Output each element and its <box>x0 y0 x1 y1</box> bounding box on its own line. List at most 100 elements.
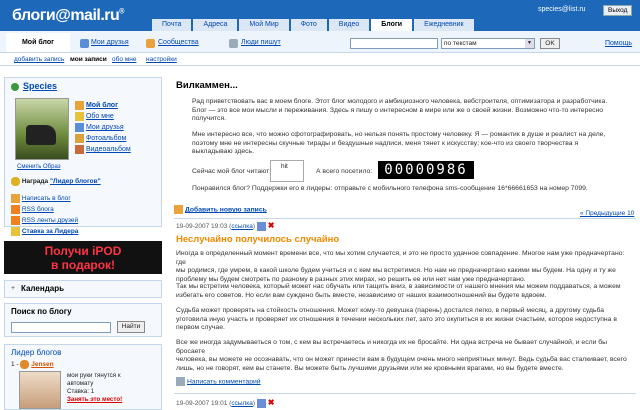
award-label: Награда <box>21 178 49 186</box>
leaders-box: Лидер блогов 1 - Jensen мои руки тянутся… <box>4 344 162 410</box>
chevron-down-icon: ▼ <box>525 39 534 48</box>
intro-line-6: выкладываю здесь. <box>192 148 254 156</box>
post-paragraph-1: Иногда в определенный момент времени все… <box>176 250 625 283</box>
post-permalink[interactable]: ссылка <box>231 400 253 407</box>
blog-search-title: Поиск по блогу <box>11 307 72 316</box>
communities-link[interactable]: Сообщества <box>158 39 199 46</box>
search-input[interactable] <box>350 38 438 49</box>
tab-video[interactable]: Видео <box>328 19 370 31</box>
intro-line-3: получится. <box>192 115 227 123</box>
avatar[interactable] <box>15 98 69 160</box>
my-posts-current[interactable]: мои записи <box>70 56 107 63</box>
expand-icon: + <box>11 285 16 292</box>
add-post-link[interactable]: добавить запись <box>14 56 64 63</box>
post-paragraph-4: Все же иногда задумываеться о том, с кем… <box>176 339 627 372</box>
delete-icon[interactable]: ✖ <box>268 221 275 230</box>
sidebar-item-about[interactable]: Обо мне <box>86 113 114 120</box>
leader-rank: 1 - <box>11 361 19 369</box>
ipod-banner[interactable]: Получи iPOD в подарок! <box>4 241 162 274</box>
leader-text-1: мои руки тянутся к <box>67 372 121 379</box>
reading-label: Сейчас мой блог читают: <box>192 168 272 175</box>
post-paragraph-2: Так мы встретим человека, который может … <box>176 283 621 299</box>
intro-line-5: поэтому мне не интересны скучные тирады … <box>192 139 579 147</box>
main-content: Вилкаммен... Рад приветствовать вас в мо… <box>170 67 640 410</box>
about-icon <box>75 111 84 121</box>
blog-icon <box>75 100 84 110</box>
write-icon <box>11 193 20 203</box>
edit-icon[interactable] <box>256 398 266 408</box>
post-title[interactable]: Неслучайно получилось случайно <box>176 234 339 245</box>
friends-icon <box>75 122 84 132</box>
friends-icon <box>80 39 89 48</box>
leader-text-2: автомату <box>67 380 94 387</box>
hit-counter-box[interactable]: hit <box>270 160 304 182</box>
search-scope-select[interactable]: по текстам ▼ <box>441 38 535 49</box>
comment-icon <box>176 377 185 386</box>
blog-search-button[interactable]: Найти <box>117 321 145 333</box>
blog-search-box: Поиск по блогу Найти <box>4 303 162 337</box>
people-write-icon <box>229 39 238 48</box>
prev-10-link[interactable]: « Предыдущие 10 <box>580 210 634 217</box>
communities-icon <box>146 39 155 48</box>
bid-icon <box>11 226 20 236</box>
write-comment-link[interactable]: Написать комментарий <box>187 378 261 385</box>
my-blog-tab[interactable]: Мой блог <box>6 33 70 52</box>
rss-icon <box>11 215 20 225</box>
profile-box: Species Сменить Образ Мой блог Обо мне М… <box>4 77 162 236</box>
post-date: 19-09-2007 19:03 <box>176 223 228 230</box>
user-name[interactable]: Species <box>23 81 57 91</box>
tab-blogs[interactable]: Блоги <box>371 19 413 31</box>
leader-name[interactable]: Jensen <box>31 361 53 368</box>
tab-my-world[interactable]: Мой Мир <box>239 19 289 31</box>
sidebar-item-photo-album[interactable]: Фотоальбом <box>86 135 126 142</box>
tab-addresses[interactable]: Адреса <box>193 19 238 31</box>
rss-blog-link[interactable]: RSS блога <box>22 206 54 213</box>
sidebar-item-my-blog[interactable]: Мой блог <box>86 102 118 109</box>
visit-counter: 00000986 <box>378 161 474 179</box>
add-post-link[interactable]: Добавить новую запись <box>185 206 267 213</box>
rss-friends-link[interactable]: RSS ленты друзей <box>22 217 78 224</box>
exit-button[interactable]: Выход <box>603 5 633 16</box>
service-tabs: Почта Адреса Мой Мир Фото Видео Блоги Еж… <box>152 19 476 31</box>
bid-label: Ставка: <box>67 388 89 395</box>
about-link[interactable]: обо мне <box>112 56 136 63</box>
divider <box>174 218 636 219</box>
vote-text: Понравился блог? Поддержки его в лидеры:… <box>192 185 588 192</box>
take-place-link[interactable]: Занять это место! <box>67 396 122 403</box>
help-link[interactable]: Помощь <box>605 40 632 47</box>
delete-icon[interactable]: ✖ <box>268 398 275 407</box>
search-ok-button[interactable]: OK <box>540 38 560 49</box>
post-date: 19-09-2007 19:01 <box>176 400 228 407</box>
user-email: species@list.ru <box>538 6 586 13</box>
edit-icon[interactable] <box>256 221 266 231</box>
hit-label: hit <box>281 163 288 170</box>
tab-mail[interactable]: Почта <box>152 19 192 31</box>
change-photo-link[interactable]: Сменить Образ <box>17 164 60 170</box>
site-logo[interactable]: блоги@mail.ru® <box>12 7 124 25</box>
award-icon <box>11 177 20 186</box>
write-blog-link[interactable]: Написать в блог <box>22 195 71 202</box>
sidebar-item-video-album[interactable]: Видеоальбом <box>86 146 131 153</box>
settings-link[interactable]: настройки <box>146 56 177 63</box>
tab-photo[interactable]: Фото <box>290 19 327 31</box>
page-title: Вилкаммен... <box>176 80 238 91</box>
sidebar-item-friends[interactable]: Мои друзья <box>86 124 124 131</box>
tab-diary[interactable]: Ежедневник <box>414 19 474 31</box>
pencil-icon <box>174 205 183 214</box>
divider <box>174 393 636 394</box>
leader-avatar[interactable] <box>19 371 61 409</box>
intro-line-4: Мне интересно все, что можно сфотографир… <box>192 131 606 138</box>
calendar-title: Календарь <box>21 284 65 293</box>
friends-link[interactable]: Мои друзья <box>91 39 129 46</box>
people-write-link[interactable]: Люди пишут <box>241 39 281 46</box>
rss-icon <box>11 204 20 214</box>
award-link[interactable]: "Лидер блогов" <box>50 178 101 185</box>
post-permalink[interactable]: ссылка <box>231 223 253 230</box>
bid-leader-link[interactable]: Ставка за Лидера <box>22 228 79 235</box>
blog-search-input[interactable] <box>11 322 111 333</box>
leaders-title: Лидер блогов <box>11 348 62 357</box>
top-bar: блоги@mail.ru® Почта Адреса Мой Мир Фото… <box>0 0 640 31</box>
calendar-box[interactable]: + Календарь <box>4 280 162 298</box>
post-paragraph-3: Судьба может проверять на стойкость отно… <box>176 307 617 332</box>
banner-line-2: в подарок! <box>50 258 116 272</box>
